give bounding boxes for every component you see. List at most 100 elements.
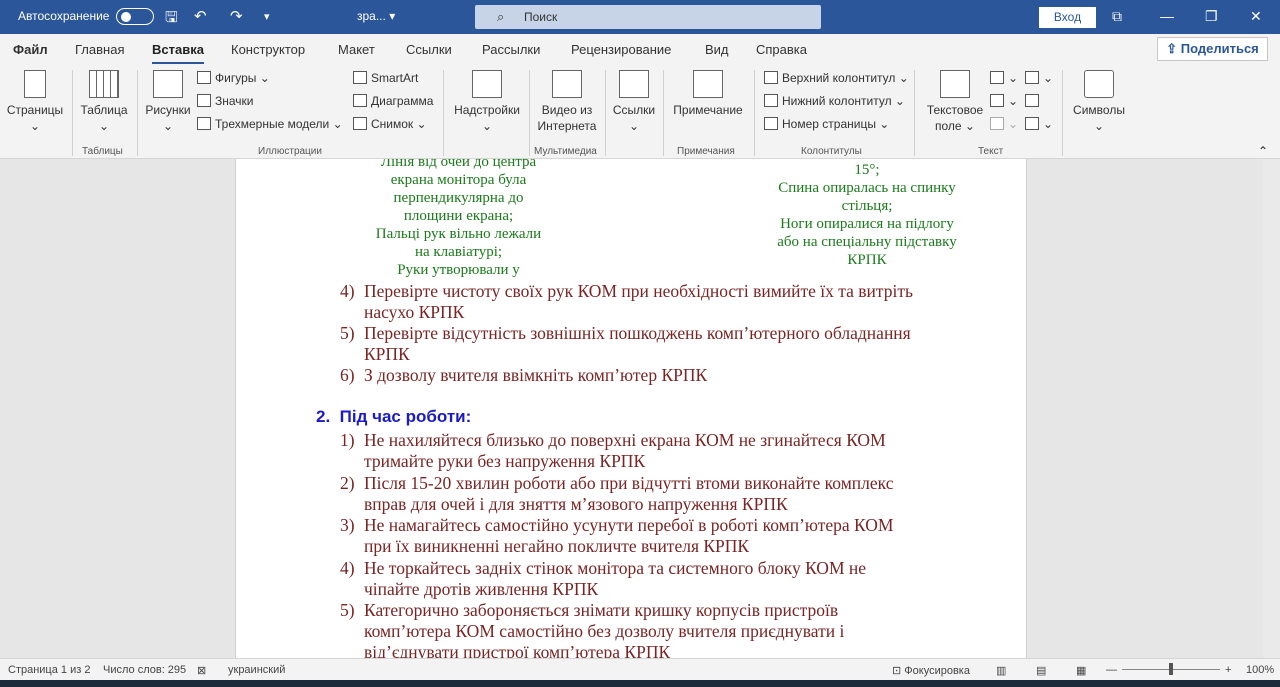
list-text: Перевірте відсутність зовнішніх пошкодже…: [364, 323, 964, 365]
pictures-button[interactable]: Рисунки ⌄: [143, 70, 193, 134]
textbox-button[interactable]: Текстовое поле ⌄: [920, 70, 990, 134]
save-icon[interactable]: 🖫: [165, 7, 178, 32]
close-icon[interactable]: ✕: [1250, 8, 1262, 25]
object-icon[interactable]: ⌄: [1025, 117, 1053, 131]
page-number-icon: [764, 117, 778, 130]
tab-insert[interactable]: Вставка: [152, 42, 204, 65]
chevron-down-icon: ⌄: [29, 119, 41, 133]
share-button[interactable]: ⇪ Поделиться: [1157, 37, 1268, 61]
chart-button[interactable]: Диаграмма: [353, 94, 433, 108]
tab-design[interactable]: Конструктор: [231, 42, 305, 57]
list-line: Перевірте відсутність зовнішніх пошкодже…: [364, 323, 911, 343]
page-count[interactable]: Страница 1 из 2: [8, 664, 90, 676]
web-layout-icon[interactable]: ▦: [1076, 664, 1086, 677]
list-number: 4): [340, 281, 355, 301]
signature-line-icon[interactable]: ⌄: [1025, 71, 1053, 85]
title-bar: Автосохранение 🖫 ↶ ↷ ▾ зра... ▾ ⌕ Поиск …: [0, 0, 1280, 34]
table-label: Таблица: [80, 103, 128, 117]
search-placeholder: Поиск: [524, 10, 558, 24]
right-col-line: Ноги опиралися на підлогу: [780, 216, 954, 232]
drop-cap-icon[interactable]: ⌄: [990, 117, 1018, 131]
list-line: вправ для очей і для зняття м’язового на…: [364, 494, 788, 514]
right-col-line: КРПК: [847, 252, 887, 268]
signin-button[interactable]: Вход: [1039, 7, 1096, 28]
tab-mailings[interactable]: Рассылки: [482, 42, 540, 57]
3d-models-label: Трехмерные модели: [215, 117, 330, 131]
textbox-label-2: поле: [935, 119, 962, 133]
collapse-ribbon-icon[interactable]: ⌃: [1258, 144, 1268, 158]
shapes-button[interactable]: Фигуры ⌄: [197, 71, 270, 85]
focus-mode-button[interactable]: ⊡ Фокусировка: [892, 664, 970, 677]
group-label-illustrations: Иллюстрации: [258, 146, 322, 157]
page-number-label: Номер страницы: [782, 117, 876, 131]
3d-models-button[interactable]: Трехмерные модели ⌄: [197, 117, 343, 131]
symbols-label: Символы: [1073, 103, 1125, 117]
tab-layout[interactable]: Макет: [338, 42, 375, 57]
symbols-button[interactable]: Символы ⌄: [1068, 70, 1130, 134]
links-button[interactable]: Ссылки ⌄: [610, 70, 658, 134]
online-video-button[interactable]: Видео из Интернета: [533, 70, 601, 134]
proofing-icon[interactable]: ⊠: [197, 664, 206, 677]
zoom-slider-thumb[interactable]: [1169, 663, 1173, 675]
customize-qa-icon[interactable]: ▾: [264, 10, 270, 23]
list-number: 6): [340, 365, 355, 385]
page-number-button[interactable]: Номер страницы ⌄: [764, 117, 889, 131]
smartart-button[interactable]: SmartArt: [353, 71, 418, 85]
table-button[interactable]: Таблица ⌄: [78, 70, 130, 134]
tab-view[interactable]: Вид: [705, 42, 729, 57]
footer-label: Нижний колонтитул: [782, 94, 892, 108]
chart-label: Диаграмма: [371, 94, 434, 108]
vertical-scrollbar[interactable]: [1263, 159, 1280, 658]
tab-references[interactable]: Ссылки: [406, 42, 452, 57]
left-col-line: Пальці рук вільно лежали: [375, 226, 542, 242]
icons-button[interactable]: Значки: [197, 94, 254, 108]
right-text-column: 15°; Спина опиралась на спинку стільця; …: [756, 161, 978, 269]
read-mode-icon[interactable]: ▥: [996, 664, 1006, 677]
word-count[interactable]: Число слов: 295: [103, 664, 186, 676]
date-time-icon[interactable]: [1025, 94, 1043, 108]
search-box[interactable]: ⌕ Поиск: [475, 5, 821, 29]
picture-icon: [153, 70, 183, 98]
document-name[interactable]: зра... ▾: [357, 9, 395, 23]
tab-help[interactable]: Справка: [756, 42, 807, 57]
document-page[interactable]: Лінія від очей до центра екрана монітора…: [235, 159, 1027, 658]
textbox-icon: [940, 70, 970, 98]
search-icon: ⌕: [497, 9, 505, 24]
footer-button[interactable]: Нижний колонтитул ⌄: [764, 94, 905, 108]
language[interactable]: украинский: [228, 664, 285, 676]
zoom-in-icon[interactable]: +: [1225, 664, 1231, 676]
screenshot-label: Снимок: [371, 117, 414, 131]
tab-file[interactable]: Файл: [13, 42, 48, 57]
tab-review[interactable]: Рецензирование: [571, 42, 671, 57]
right-col-line: стільця;: [841, 198, 893, 214]
document-name-text: зра...: [357, 9, 386, 23]
print-layout-icon[interactable]: ▤: [1036, 664, 1046, 677]
tab-home[interactable]: Главная: [75, 42, 124, 57]
separator: [914, 70, 915, 156]
screenshot-button[interactable]: Снимок ⌄: [353, 117, 427, 131]
zoom-level[interactable]: 100%: [1246, 664, 1274, 676]
zoom-out-icon[interactable]: —: [1106, 664, 1117, 676]
pages-button[interactable]: Страницы ⌄: [4, 70, 66, 134]
addins-button[interactable]: Надстройки ⌄: [450, 70, 524, 134]
right-col-line: або на спеціальну підставку: [777, 234, 957, 250]
share-label: Поделиться: [1180, 41, 1259, 56]
ribbon-display-icon[interactable]: ⧉: [1112, 8, 1122, 25]
comment-button[interactable]: Примечание: [668, 70, 748, 118]
group-label-tables: Таблицы: [82, 146, 123, 157]
chevron-down-icon: ⌄: [98, 119, 110, 133]
heading-text: Під час роботи:: [339, 407, 472, 426]
wordart-icon[interactable]: ⌄: [990, 94, 1018, 108]
status-bar: Страница 1 из 2 Число слов: 295 ⊠ украин…: [0, 658, 1280, 680]
header-icon: [764, 71, 778, 84]
undo-icon[interactable]: ↶: [194, 7, 207, 25]
quick-parts-icon[interactable]: ⌄: [990, 71, 1018, 85]
header-button[interactable]: Верхний колонтитул ⌄: [764, 71, 909, 85]
autosave-toggle[interactable]: [116, 8, 154, 25]
omega-icon: [1084, 70, 1114, 98]
minimize-icon[interactable]: —: [1160, 8, 1174, 24]
chart-icon: [353, 94, 367, 107]
left-col-line: перпендикулярна до: [393, 190, 524, 206]
restore-icon[interactable]: ❐: [1205, 8, 1218, 25]
redo-icon[interactable]: ↷: [230, 7, 243, 25]
